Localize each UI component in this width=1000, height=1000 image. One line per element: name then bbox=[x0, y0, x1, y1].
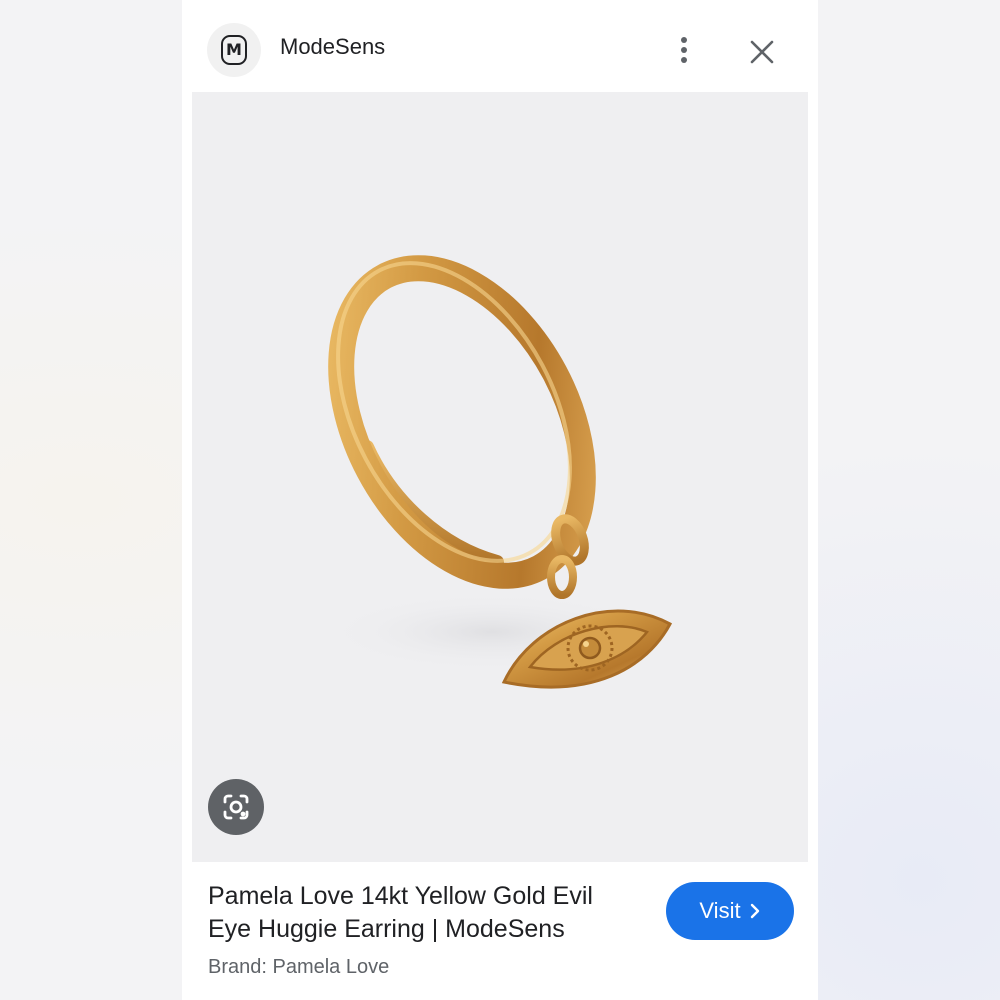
close-button[interactable] bbox=[742, 32, 782, 72]
close-icon bbox=[750, 40, 774, 64]
site-name[interactable]: ModeSens bbox=[280, 34, 385, 60]
site-logo[interactable]: M bbox=[207, 23, 261, 77]
gold-hoop-earring-image bbox=[322, 255, 673, 689]
google-lens-icon bbox=[223, 794, 249, 820]
visit-button-label: Visit bbox=[699, 898, 741, 923]
image-preview-card: M ModeSens Pamela Love 14kt Yellow Gold … bbox=[182, 0, 818, 1000]
google-lens-button[interactable] bbox=[208, 779, 264, 835]
chevron-right-icon bbox=[750, 903, 759, 919]
product-brand: Brand: Pamela Love bbox=[208, 956, 390, 978]
card-header: M ModeSens bbox=[182, 0, 818, 92]
modesens-logo-icon: M bbox=[221, 35, 247, 65]
result-footer: Pamela Love 14kt Yellow Gold Evil Eye Hu… bbox=[182, 862, 818, 1000]
product-title[interactable]: Pamela Love 14kt Yellow Gold Evil Eye Hu… bbox=[208, 880, 638, 946]
more-vert-icon bbox=[681, 37, 687, 63]
product-image[interactable] bbox=[192, 92, 808, 862]
visit-button[interactable]: Visit bbox=[666, 882, 794, 940]
more-options-button[interactable] bbox=[666, 32, 702, 68]
